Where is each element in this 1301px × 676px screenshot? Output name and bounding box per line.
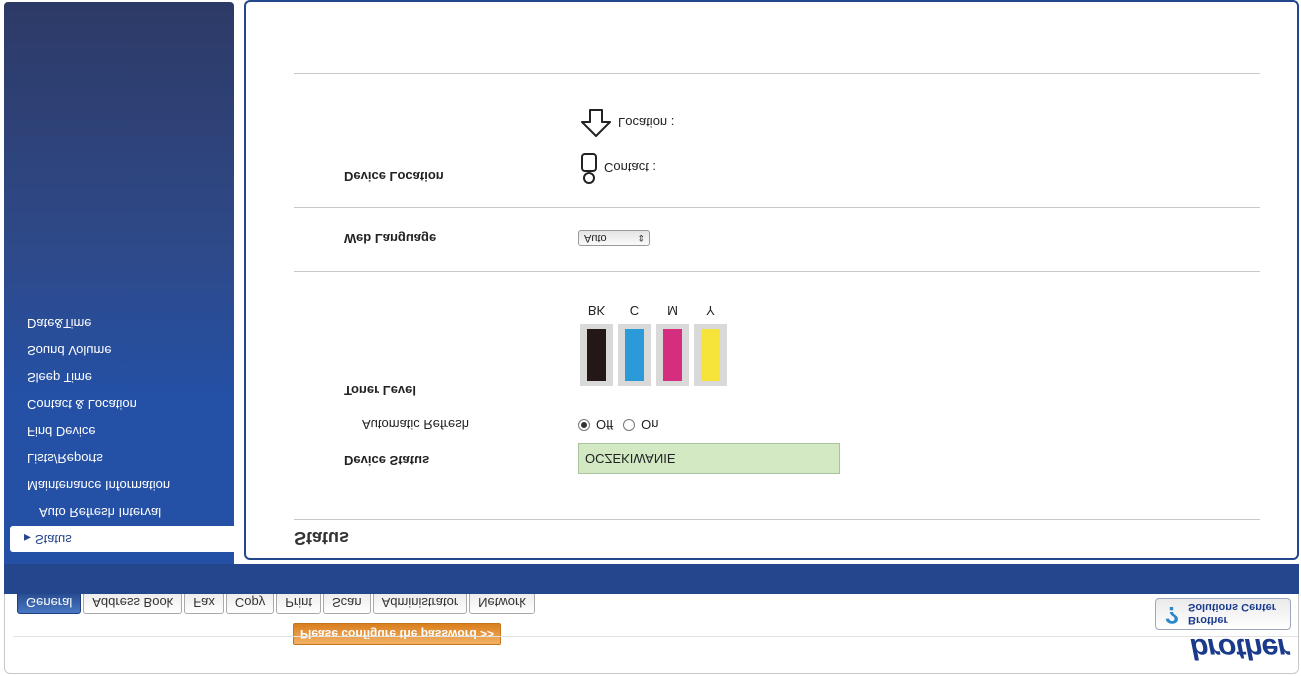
contact-person-icon [581, 153, 597, 184]
solutions-center-line2: Solutions Center [1188, 601, 1277, 613]
device-status-value: OCZEKIWANIE [578, 443, 840, 474]
header-divider [13, 636, 1298, 637]
solutions-center-line1: Brother [1188, 614, 1228, 626]
sidebar-nav: ▶ Status Auto Refresh Interval Maintenanc… [4, 310, 234, 552]
toner-fill-y [701, 329, 720, 381]
toner-label-bk: BK [587, 303, 606, 318]
sidebar-item-auto-refresh-interval[interactable]: Auto Refresh Interval [4, 499, 234, 526]
location-label: Location : [618, 115, 675, 131]
sidebar-item-maintenance-information[interactable]: Maintenance Information [4, 472, 234, 499]
automatic-refresh-label: Automatic Refresh [362, 417, 469, 432]
title-divider [294, 519, 1260, 520]
sidebar-item-sound-volume[interactable]: Sound Volume [4, 337, 234, 364]
auto-refresh-off-radio[interactable] [578, 419, 590, 431]
sidebar-item-label: Status [34, 532, 72, 547]
device-status-label: Device Status [344, 453, 430, 468]
toner-fill-m [663, 329, 682, 381]
web-language-value: Auto [584, 232, 607, 244]
toner-fill-bk [587, 329, 606, 381]
sidebar-item-date-time[interactable]: Date&Time [4, 310, 234, 337]
contact-label: Contact : [604, 160, 657, 176]
auto-refresh-on-label: On [641, 417, 659, 433]
toner-gauge-c [618, 324, 651, 386]
sidebar: ▶ Status Auto Refresh Interval Maintenanc… [4, 2, 234, 564]
status-panel: Status Device Status OCZEKIWANIE Automat… [244, 0, 1299, 560]
automatic-refresh-radios: Off On [578, 417, 668, 433]
location-divider [294, 73, 1260, 74]
page-root: brother Please configure the password >>… [0, 0, 1301, 676]
toner-label-m: M [667, 303, 678, 318]
select-arrows-icon: ⇕ [637, 233, 645, 243]
triangle-right-icon: ▶ [24, 533, 31, 543]
web-language-select[interactable]: Auto ⇕ [578, 230, 650, 246]
location-arrow-icon [581, 109, 611, 137]
toner-label-y: Y [706, 303, 715, 318]
toner-fill-c [625, 329, 644, 381]
language-divider [294, 207, 1260, 208]
auto-refresh-off-label: Off [596, 417, 614, 433]
toner-divider [294, 271, 1260, 272]
sidebar-item-contact-location[interactable]: Contact & Location [4, 391, 234, 418]
location-row: Location : [580, 108, 674, 138]
toner-labels: BK C M Y [580, 303, 727, 318]
toner-label-c: C [629, 303, 640, 318]
question-mark-icon: ? [1164, 601, 1180, 628]
toner-level-label: Toner Level [344, 383, 417, 398]
device-location-label: Device Location [344, 169, 444, 184]
tab-underline-bar [4, 564, 1299, 594]
sidebar-item-find-device[interactable]: Find Device [4, 418, 234, 445]
toner-gauge-bk [580, 324, 613, 386]
page-title: Status [294, 528, 350, 548]
configure-password-button[interactable]: Please configure the password >> [293, 623, 501, 645]
toner-gauge-m [656, 324, 689, 386]
sidebar-item-lists-reports[interactable]: Lists/Reports [4, 445, 234, 472]
web-language-label: Web Language [344, 231, 437, 246]
contact-row: Contact : [580, 152, 656, 184]
toner-gauge-y [694, 324, 727, 386]
sidebar-item-sleep-time[interactable]: Sleep Time [4, 364, 234, 391]
toner-gauges [580, 324, 727, 386]
auto-refresh-on-radio[interactable] [623, 419, 636, 431]
solutions-center-button[interactable]: ? Brother Solutions Center [1155, 598, 1291, 630]
sidebar-item-status[interactable]: ▶ Status [10, 526, 234, 552]
